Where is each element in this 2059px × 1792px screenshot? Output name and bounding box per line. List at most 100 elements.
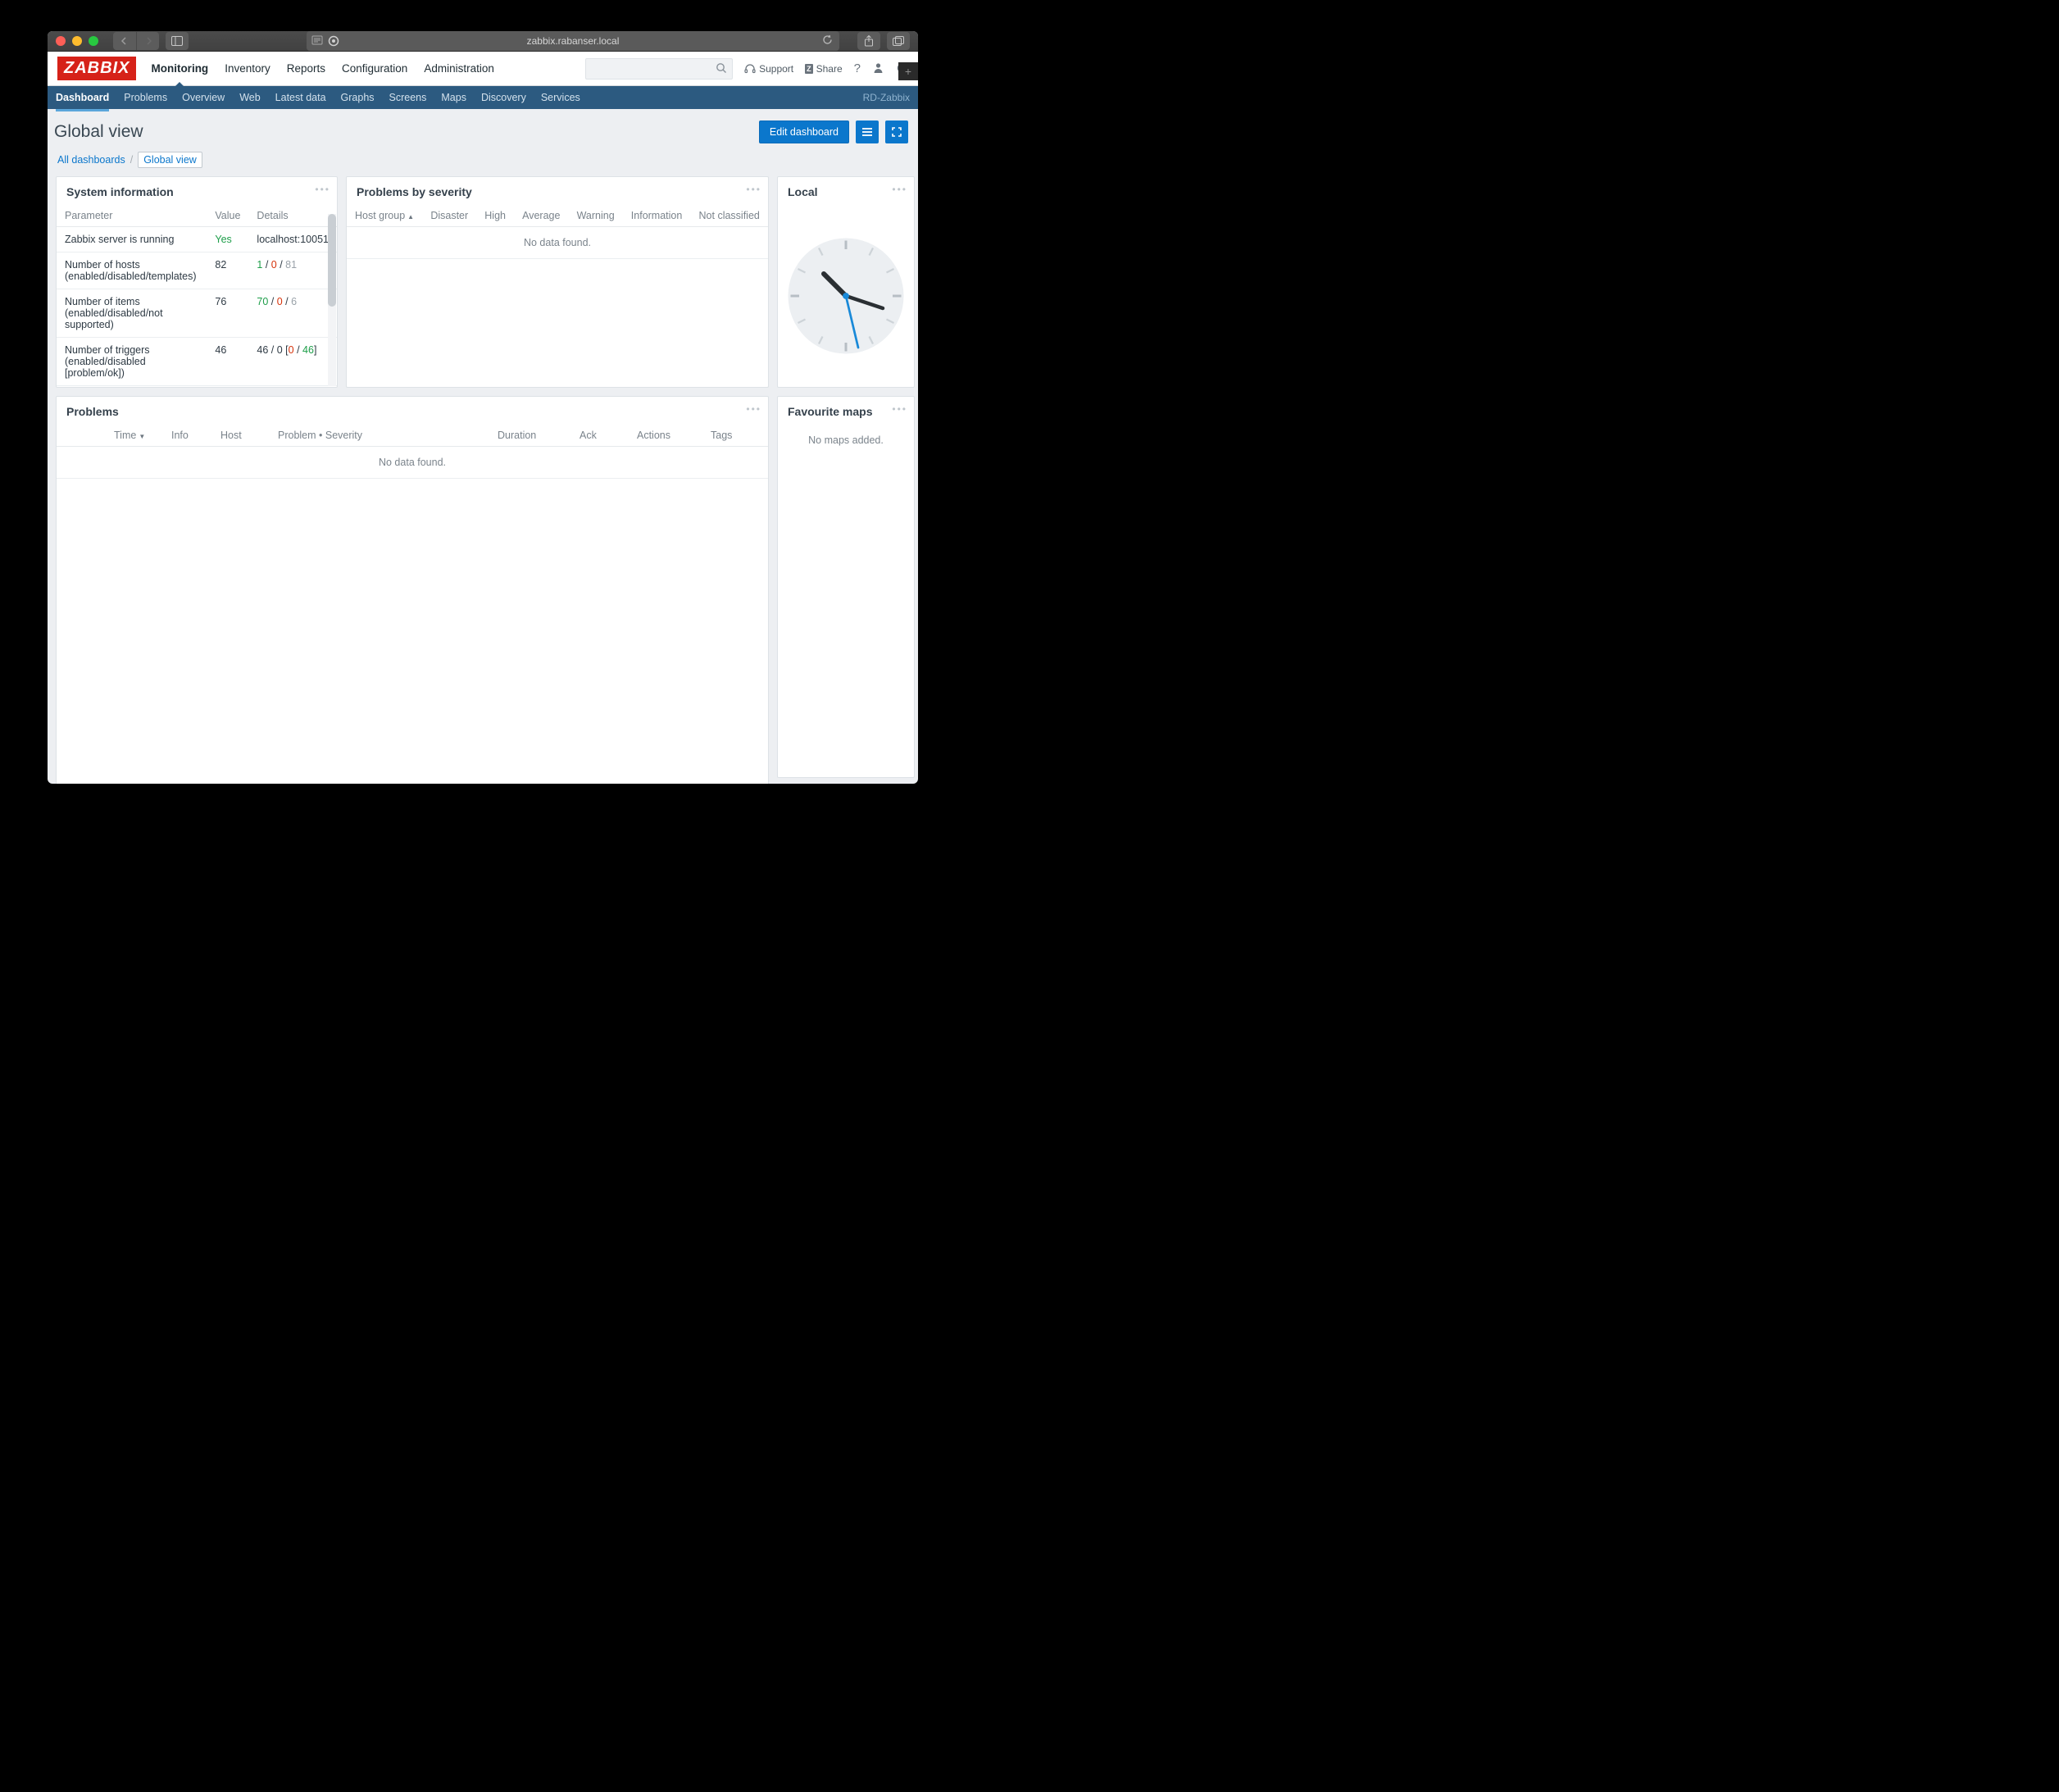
- address-bar[interactable]: zabbix.rabanser.local: [307, 31, 839, 51]
- user-profile-button[interactable]: [872, 61, 884, 76]
- subnav-latest-data[interactable]: Latest data: [275, 86, 326, 109]
- scrollbar[interactable]: [328, 214, 336, 386]
- col-details[interactable]: Details: [248, 205, 337, 227]
- back-button[interactable]: [113, 32, 136, 50]
- subnav-services[interactable]: Services: [541, 86, 580, 109]
- minimize-window-button[interactable]: [72, 36, 82, 46]
- table-row: Number of hosts (enabled/disabled/templa…: [57, 252, 337, 289]
- nav-administration[interactable]: Administration: [424, 52, 494, 85]
- cell-details: 1 / 0 / 81: [248, 252, 337, 289]
- breadcrumb: All dashboards / Global view: [48, 152, 918, 176]
- subnav-web[interactable]: Web: [239, 86, 260, 109]
- col-information[interactable]: Information: [623, 205, 691, 227]
- dashboard-menu-button[interactable]: [856, 121, 879, 143]
- problems-table: Time Info Host Problem • Severity Durati…: [57, 425, 768, 479]
- privacy-report-icon[interactable]: [328, 35, 339, 47]
- breadcrumb-current[interactable]: Global view: [138, 152, 202, 168]
- widget-menu-icon[interactable]: •••: [315, 184, 330, 195]
- dashboard-grid: ••• System information Parameter Value D…: [48, 176, 918, 784]
- edit-dashboard-button[interactable]: Edit dashboard: [759, 121, 849, 143]
- browser-chrome: zabbix.rabanser.local: [48, 31, 918, 52]
- col-duration[interactable]: Duration: [489, 425, 571, 447]
- address-url: zabbix.rabanser.local: [527, 35, 620, 47]
- breadcrumb-separator: /: [130, 154, 133, 166]
- col-info[interactable]: Info: [163, 425, 212, 447]
- app-header: ZABBIX Monitoring Inventory Reports Conf…: [48, 52, 918, 86]
- new-tab-button[interactable]: +: [898, 62, 918, 80]
- header-tools: Support Z Share ?: [585, 58, 908, 80]
- cell-parameter: Number of hosts (enabled/disabled/templa…: [57, 252, 207, 289]
- widget-favourite-maps: ••• Favourite maps No maps added.: [777, 396, 915, 778]
- col-actions[interactable]: Actions: [629, 425, 702, 447]
- col-disaster[interactable]: Disaster: [422, 205, 476, 227]
- window-controls: [56, 36, 98, 46]
- widget-menu-icon[interactable]: •••: [746, 184, 761, 195]
- search-input[interactable]: [585, 58, 733, 80]
- col-value[interactable]: Value: [207, 205, 248, 227]
- zoom-window-button[interactable]: [89, 36, 98, 46]
- reader-icon[interactable]: [311, 35, 323, 45]
- nav-inventory[interactable]: Inventory: [225, 52, 270, 85]
- reload-button[interactable]: [822, 34, 833, 48]
- analog-clock: [778, 205, 914, 387]
- widget-system-information: ••• System information Parameter Value D…: [56, 176, 338, 388]
- col-not-classified[interactable]: Not classified: [690, 205, 768, 227]
- tabs-button[interactable]: [887, 32, 910, 50]
- widget-menu-icon[interactable]: •••: [746, 403, 761, 415]
- col-average[interactable]: Average: [514, 205, 568, 227]
- cell-value: 46: [207, 338, 248, 386]
- widget-title: Problems by severity: [347, 177, 768, 205]
- widget-menu-icon[interactable]: •••: [892, 184, 907, 195]
- browser-window: zabbix.rabanser.local ZABBIX Monitoring …: [48, 31, 918, 784]
- fullscreen-button[interactable]: [885, 121, 908, 143]
- page-title-row: Global view Edit dashboard: [48, 109, 918, 152]
- col-warning[interactable]: Warning: [569, 205, 623, 227]
- cell-parameter: Zabbix server is running: [57, 227, 207, 252]
- subnav-overview[interactable]: Overview: [182, 86, 225, 109]
- no-data-label: No data found.: [57, 447, 768, 479]
- widget-problems-by-severity: ••• Problems by severity Host group Disa…: [346, 176, 769, 388]
- sidebar-toggle-button[interactable]: [166, 32, 189, 50]
- col-time[interactable]: Time: [106, 425, 163, 447]
- col-tags[interactable]: Tags: [702, 425, 768, 447]
- sysinfo-table: Parameter Value Details Zabbix server is…: [57, 205, 337, 388]
- nav-monitoring[interactable]: Monitoring: [151, 52, 208, 85]
- col-high[interactable]: High: [476, 205, 514, 227]
- page-title: Global view: [54, 122, 143, 142]
- col-problem-severity[interactable]: Problem • Severity: [270, 425, 489, 447]
- empty-label: No maps added.: [778, 425, 914, 456]
- cell-value: 2: [207, 386, 248, 389]
- nav-reports[interactable]: Reports: [287, 52, 325, 85]
- forward-button[interactable]: [136, 32, 159, 50]
- site-settings-icons: [311, 35, 339, 47]
- cell-details: 1: [248, 386, 337, 389]
- col-host-group[interactable]: Host group: [347, 205, 422, 227]
- col-parameter[interactable]: Parameter: [57, 205, 207, 227]
- subnav-screens[interactable]: Screens: [389, 86, 427, 109]
- nav-configuration[interactable]: Configuration: [342, 52, 407, 85]
- subnav-dashboard[interactable]: Dashboard: [56, 86, 109, 111]
- severity-table: Host group Disaster High Average Warning…: [347, 205, 768, 259]
- close-window-button[interactable]: [56, 36, 66, 46]
- help-button[interactable]: ?: [854, 61, 861, 75]
- history-nav: [113, 32, 159, 50]
- col-ack[interactable]: Ack: [571, 425, 629, 447]
- cell-value: Yes: [207, 227, 248, 252]
- col-host[interactable]: Host: [212, 425, 270, 447]
- subnav-discovery[interactable]: Discovery: [481, 86, 526, 109]
- support-link[interactable]: Support: [744, 63, 793, 75]
- share-link[interactable]: Z Share: [805, 63, 843, 75]
- subnav-maps[interactable]: Maps: [441, 86, 466, 109]
- share-button[interactable]: [857, 32, 880, 50]
- cell-details: localhost:10051: [248, 227, 337, 252]
- table-row: Number of triggers (enabled/disabled [pr…: [57, 338, 337, 386]
- cell-parameter: Number of users (online): [57, 386, 207, 389]
- widget-problems: ••• Problems Time Info Host Problem • Se…: [56, 396, 769, 784]
- subnav-problems[interactable]: Problems: [124, 86, 167, 109]
- zabbix-logo[interactable]: ZABBIX: [57, 57, 136, 80]
- breadcrumb-root[interactable]: All dashboards: [57, 154, 125, 166]
- subnav-graphs[interactable]: Graphs: [341, 86, 375, 109]
- widget-menu-icon[interactable]: •••: [892, 403, 907, 415]
- cell-parameter: Number of items (enabled/disabled/not su…: [57, 289, 207, 338]
- cell-details: 46 / 0 [0 / 46]: [248, 338, 337, 386]
